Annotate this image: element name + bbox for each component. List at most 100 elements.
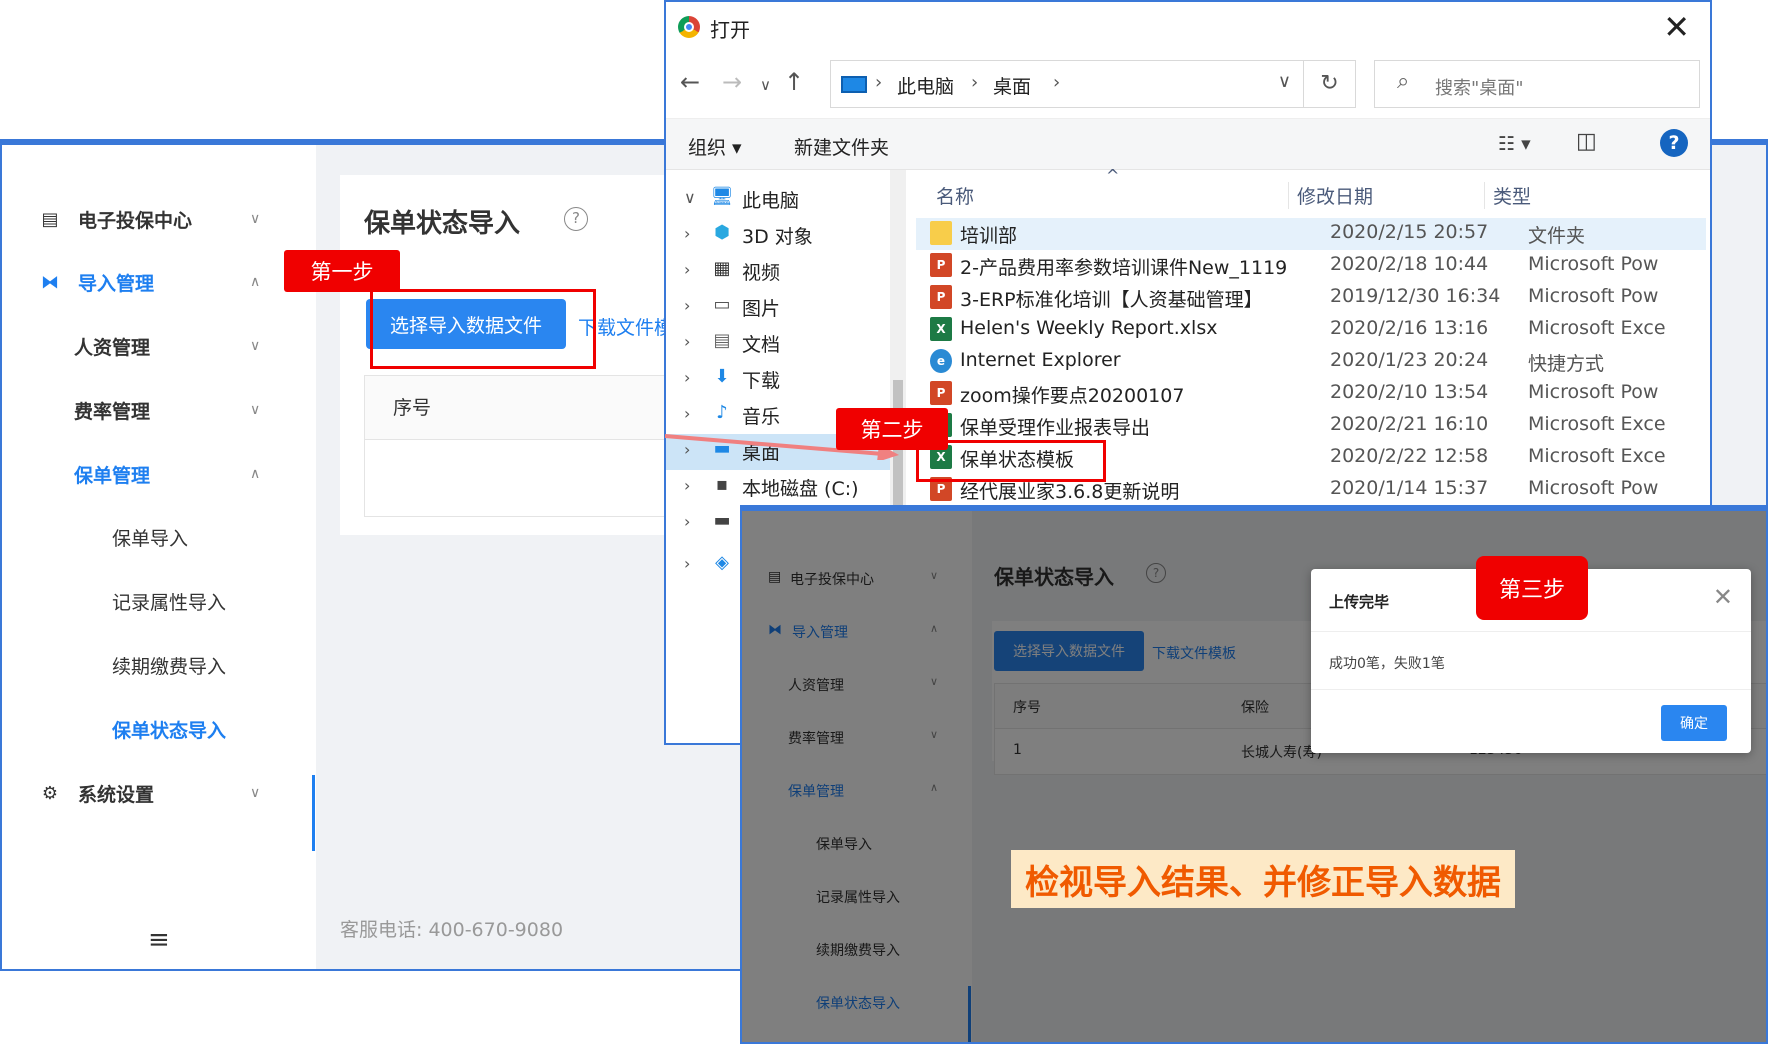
chevron-up-icon: ∧ [250,466,261,482]
help-icon[interactable]: ? [1660,129,1688,157]
sort-ascending-icon: ^ [1106,166,1120,185]
view-options-icon[interactable]: ☷ ▾ [1498,133,1531,155]
dialog-toolbar: 组织 ▾ 新建文件夹 ☷ ▾ ◫ ? [666,118,1710,170]
divider [1311,631,1751,632]
computer-icon [841,76,867,93]
computer-icon: 🖥 [710,186,734,207]
chevron-right-icon: › [684,332,691,351]
search-input[interactable]: ⌕ 搜索"桌面" [1374,60,1700,108]
preview-pane-icon[interactable]: ◫ [1576,129,1597,154]
tree-item-videos[interactable]: › ▦ 视频 [666,254,906,290]
new-folder-button[interactable]: 新建文件夹 [794,133,889,160]
modal-title: 上传完毕 [1329,593,1390,611]
list-icon: ▤ [41,208,59,230]
sidebar-item-e-insurance[interactable]: ▤ 电子投保中心 ∨ [2,199,316,239]
file-row[interactable]: P 2-产品费用率参数培训课件New_1119 2020/2/18 10:44 … [916,250,1706,282]
column-header-date[interactable]: 修改日期 [1288,182,1373,209]
chevron-down-icon[interactable]: ∨ [1278,71,1291,92]
chevron-right-icon: › [684,404,691,423]
import-icon: ⧓ [41,271,59,293]
forward-icon[interactable]: → [722,68,742,96]
sidebar-item-import[interactable]: ⧓ 导入管理 ∧ [2,262,316,302]
powerpoint-icon: P [930,285,952,309]
step3-label: 第三步 [1476,556,1588,620]
refresh-icon[interactable]: ↻ [1304,60,1356,108]
chevron-down-icon: ∨ [250,211,261,227]
tree-item-documents[interactable]: › ▤ 文档 [666,326,906,362]
chevron-right-icon: › [684,296,691,315]
chevron-down-icon: ∨ [250,785,261,801]
sidebar-item-record-attr-import[interactable]: 记录属性导入 [2,581,316,621]
file-row[interactable]: X 保单受理作业报表导出 2020/2/21 16:10 Microsoft E… [916,410,1706,442]
breadcrumb-desktop[interactable]: 桌面 [993,72,1031,99]
modal-message: 成功0笔，失败1笔 [1329,656,1445,672]
menu-toggle-icon[interactable]: ≡ [148,925,170,955]
tree-item-downloads[interactable]: › ⬇ 下载 [666,362,906,398]
up-icon[interactable]: ↑ [784,68,804,96]
chevron-down-icon: ∨ [250,338,261,354]
tree-item-3d-objects[interactable]: › ⬢ 3D 对象 [666,218,906,254]
dialog-titlebar: 打开 ✕ [666,2,1710,54]
result-window: ▤ 电子投保中心 ∨ ⧓ 导入管理 ∧ 人资管理 ∨ 费率管理 ∨ 保单管理 ∧… [740,505,1768,1044]
file-row[interactable]: e Internet Explorer 2020/1/23 20:24 快捷方式 [916,346,1706,378]
file-row[interactable]: P 3-ERP标准化培训【人资基础管理】 2019/12/30 16:34 Mi… [916,282,1706,314]
tree-item-local-disk-c[interactable]: › ▪ 本地磁盘 (C:) [666,470,906,506]
search-placeholder: 搜索"桌面" [1435,78,1524,99]
internet-explorer-icon: e [930,349,952,373]
sidebar-item-renewal-import[interactable]: 续期缴费导入 [2,645,316,685]
divider [1311,689,1751,690]
sidebar-item-policy-import[interactable]: 保单导入 [2,517,316,557]
file-row[interactable]: X Helen's Weekly Report.xlsx 2020/2/16 1… [916,314,1706,346]
close-icon[interactable]: ✕ [1713,583,1733,611]
help-icon[interactable]: ? [564,207,588,231]
address-bar[interactable]: › 此电脑 › 桌面 › ∨ [830,60,1304,108]
gear-icon: ⚙ [41,782,59,804]
tree-item-pictures[interactable]: › ▭ 图片 [666,290,906,326]
recent-locations-icon[interactable]: ∨ [760,76,771,94]
tree-item-this-pc[interactable]: ∨ 🖥 此电脑 [666,182,906,218]
ok-button[interactable]: 确定 [1661,705,1727,741]
chevron-right-icon: › [684,512,691,531]
organize-menu[interactable]: 组织 ▾ [688,133,742,160]
pictures-icon: ▭ [713,294,731,315]
column-header-type[interactable]: 类型 [1484,182,1531,209]
step1-highlight [370,289,596,369]
chevron-down-icon: ∨ [684,188,696,207]
chevron-down-icon: ∨ [250,402,261,418]
sidebar-item-policy[interactable]: 保单管理 ∧ [2,454,316,494]
sidebar-item-status-import[interactable]: 保单状态导入 [2,709,316,749]
chrome-icon [678,16,700,38]
file-row[interactable]: P zoom操作要点20200107 2020/2/10 13:54 Micro… [916,378,1706,410]
search-icon: ⌕ [1397,69,1410,94]
excel-icon: X [930,317,952,341]
file-row[interactable]: 培训部 2020/2/15 20:57 文件夹 [916,218,1706,250]
disk-icon: ▬ [713,510,731,531]
chevron-right-icon: › [684,260,691,279]
chevron-right-icon: › [684,554,691,573]
video-icon: ▦ [713,258,731,279]
step2-highlight [916,440,1106,482]
network-icon: ◈ [715,552,729,573]
close-icon[interactable]: ✕ [1663,8,1690,46]
powerpoint-icon: P [930,253,952,277]
chevron-right-icon: › [684,476,691,495]
sidebar-item-settings[interactable]: ⚙ 系统设置 ∨ [2,773,316,813]
instruction-note: 检视导入结果、并修正导入数据 [1011,850,1515,908]
breadcrumb-this-pc[interactable]: 此电脑 [897,72,954,99]
page-title: 保单状态导入 [364,209,521,239]
chevron-up-icon: ∧ [250,274,261,290]
dialog-title: 打开 [710,18,750,42]
chevron-right-icon: › [684,224,691,243]
documents-icon: ▤ [713,330,731,351]
back-icon[interactable]: ← [680,68,700,96]
sidebar: ▤ 电子投保中心 ∨ ⧓ 导入管理 ∧ 人资管理 ∨ 费率管理 ∨ 保单管理 ∧… [2,145,316,969]
footer-phone: 客服电话: 400-670-9080 [340,919,564,941]
chevron-right-icon: › [684,368,691,387]
disk-icon: ▪ [715,474,729,495]
download-icon: ⬇ [714,366,730,387]
sidebar-item-rate[interactable]: 费率管理 ∨ [2,390,316,430]
powerpoint-icon: P [930,381,952,405]
column-header-name[interactable]: 名称 [936,182,974,209]
step1-label: 第一步 [284,250,400,292]
sidebar-item-hr[interactable]: 人资管理 ∨ [2,326,316,366]
